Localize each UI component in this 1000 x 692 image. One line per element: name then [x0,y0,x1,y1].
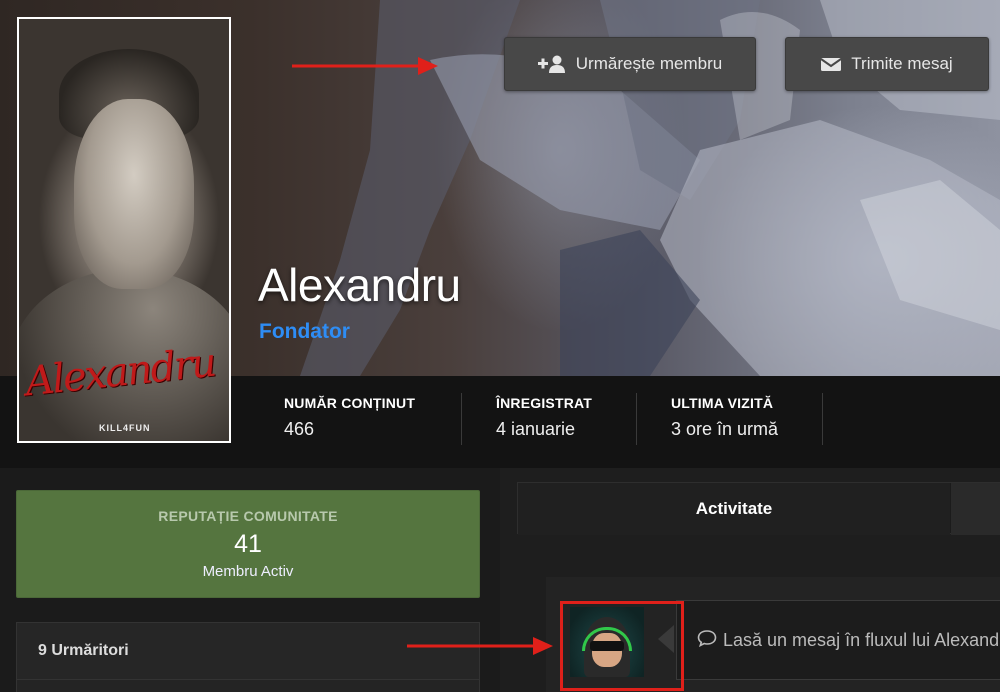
stat-value: 4 ianuarie [496,419,576,439]
send-message-button[interactable]: Trimite mesaj [785,37,989,91]
profile-avatar[interactable]: Alexandru KILL4FUN [17,17,231,443]
avatar-tag: KILL4FUN [99,423,151,433]
profile-group[interactable]: Fondator [259,320,350,344]
send-message-label: Trimite mesaj [851,54,953,73]
stat-last-visit: ULTIMA VIZITĂ 3 ore în urmă [671,395,778,445]
followers-panel: 9 Urmăritori [16,622,480,692]
avatar-face [74,99,194,289]
stat-value: 3 ore în urmă [671,419,779,439]
speech-bubble-icon [697,629,717,652]
envelope-icon [821,56,842,72]
stat-registered: ÎNREGISTRAT 4 ianuarie [496,395,592,445]
status-update-input[interactable]: Lasă un mesaj în fluxul lui Alexandru [676,600,1000,680]
user-plus-icon [537,55,566,73]
follow-member-label: Urmărește membru [575,54,723,73]
stat-content-count: NUMĂR CONȚINUT 466 [284,395,415,445]
stat-label: ÎNREGISTRAT [496,395,593,411]
stat-divider [461,393,462,445]
reputation-points: 41 [234,530,262,558]
reputation-rank: Membru Activ [202,563,294,580]
annotation-arrow-avatar [407,637,553,655]
stat-label: ULTIMA VIZITĂ [671,395,774,411]
stat-label: NUMĂR CONȚINUT [284,395,416,411]
tab-next[interactable] [951,483,1000,535]
annotation-highlight-box [560,601,684,691]
stat-divider [822,393,823,445]
stat-value: 466 [284,419,315,439]
tab-activity[interactable]: Activitate [518,483,950,535]
stat-divider [636,393,637,445]
reputation-title: REPUTAȚIE COMUNITATE [158,508,338,524]
annotation-arrow-follow [292,57,438,75]
status-update-placeholder: Lasă un mesaj în fluxul lui Alexandru [723,629,1000,650]
profile-name: Alexandru [258,259,461,311]
reputation-panel: REPUTAȚIE COMUNITATE 41 Membru Activ [16,490,480,598]
follow-member-button[interactable]: Urmărește membru [504,37,756,91]
profile-tabs: Activitate [517,482,1000,535]
